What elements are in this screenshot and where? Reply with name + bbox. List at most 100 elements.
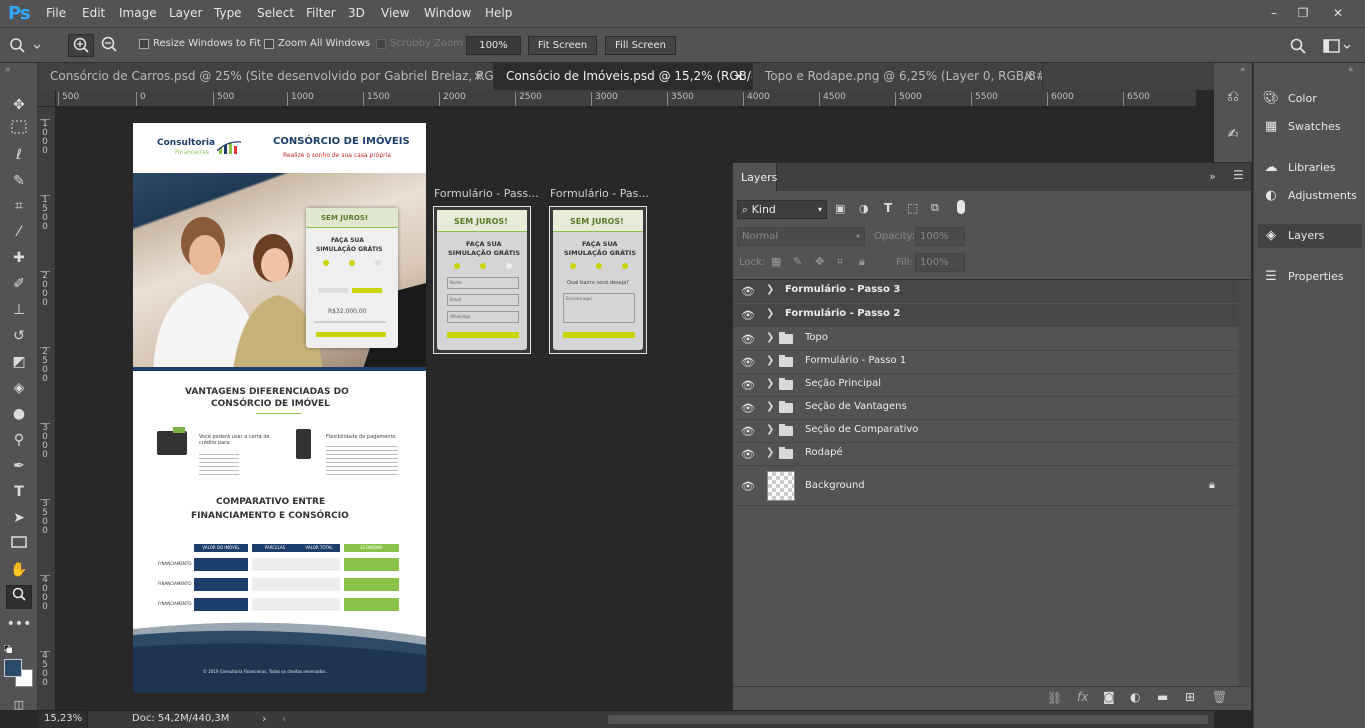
horizontal-scrollbar[interactable] [608, 715, 1208, 724]
zoom-in-icon[interactable] [68, 34, 94, 57]
pen-tool-icon[interactable]: ✒ [6, 454, 32, 478]
history-brush-tool-icon[interactable]: ↺ [6, 324, 32, 348]
layer-background[interactable]: 👁︎ Background 🔒︎ [733, 466, 1238, 506]
close-window-button[interactable]: ✕ [1327, 2, 1349, 24]
dock-adjustments[interactable]: ◐ Adjustments [1262, 184, 1362, 208]
layer-group-secao-vantagens[interactable]: 👁︎ ❯ Seção de Vantagens [733, 397, 1238, 420]
workspace-switcher-icon[interactable] [1322, 37, 1354, 55]
rectangle-tool-icon[interactable] [6, 532, 32, 556]
eraser-tool-icon[interactable]: ◩ [6, 350, 32, 374]
layer-group-secao-comparativo[interactable]: 👁︎ ❯ Seção de Comparativo [733, 420, 1238, 443]
resize-windows-checkbox[interactable]: Resize Windows to Fit [139, 38, 261, 49]
fit-screen-button[interactable]: Fit Screen [528, 36, 597, 55]
menu-layer[interactable]: Layer [169, 6, 202, 20]
zoom-all-windows-checkbox[interactable]: Zoom All Windows [264, 38, 370, 49]
zoom-tool-preset-icon[interactable] [8, 36, 46, 56]
collapse-icon[interactable]: « [1348, 65, 1354, 75]
visibility-eye-icon[interactable]: 👁︎ [741, 333, 755, 346]
menu-image[interactable]: Image [119, 6, 157, 20]
minimize-button[interactable]: – [1263, 2, 1285, 24]
layer-artboard-passo-3[interactable]: 👁︎ ❯ Formulário - Passo 3 [733, 280, 1238, 303]
expand-chevron-icon[interactable]: ❯ [766, 401, 774, 412]
zoom-level-field[interactable]: 100% [466, 36, 521, 55]
fill-field[interactable]: 100% [915, 253, 965, 272]
collapse-icon[interactable]: « [1240, 65, 1246, 75]
search-icon[interactable] [1289, 37, 1307, 55]
lock-artboard-icon[interactable]: ⌗ [837, 255, 843, 269]
default-colors-icon[interactable] [3, 643, 13, 654]
brush-tool-icon[interactable]: ✐ [6, 272, 32, 296]
visibility-eye-icon[interactable]: 👁︎ [741, 309, 755, 322]
menu-3d[interactable]: 3D [348, 6, 365, 20]
layer-effects-icon[interactable]: fx [1077, 690, 1088, 704]
layers-tab[interactable]: Layers [741, 171, 777, 184]
horizontal-ruler[interactable]: 500 0 500 1000 1500 2000 2500 3000 3500 … [56, 90, 1196, 107]
filter-type-icon[interactable]: T [884, 201, 898, 215]
foreground-color-swatch[interactable] [4, 659, 22, 677]
expand-chevron-icon[interactable]: ❯ [766, 378, 774, 389]
move-tool-icon[interactable]: ✥ [6, 93, 32, 117]
fill-screen-button[interactable]: Fill Screen [605, 36, 676, 55]
delete-layer-icon[interactable]: 🗑︎ [1212, 690, 1227, 704]
adjustment-layer-icon[interactable]: ◐ [1130, 690, 1140, 704]
opacity-field[interactable]: 100% [915, 227, 965, 246]
layer-mask-icon[interactable]: ◙ [1103, 690, 1115, 704]
layer-filter-dropdown[interactable]: ⌕ Kind ▾ [737, 200, 827, 219]
expand-chevron-icon[interactable]: ❯ [766, 424, 774, 435]
visibility-eye-icon[interactable]: 👁︎ [741, 448, 755, 461]
zoom-tool-icon[interactable] [6, 585, 32, 609]
visibility-eye-icon[interactable]: 👁︎ [741, 285, 755, 298]
filter-shape-icon[interactable]: ⬚ [907, 201, 921, 215]
artboard-label-passo-2[interactable]: Formulário - Pas... [550, 187, 649, 200]
filter-toggle-icon[interactable] [957, 200, 965, 214]
lock-transparent-icon[interactable]: ▦ [771, 255, 781, 268]
dock-swatches[interactable]: ▦ Swatches [1262, 115, 1362, 139]
blur-tool-icon[interactable]: ● [6, 402, 32, 426]
tab-close-icon[interactable]: × [1024, 63, 1034, 90]
artboard-passo-3[interactable]: SEM JUROS! FAÇA SUA SIMULAÇÃO GRÁTIS Nom… [433, 206, 531, 354]
expand-chevron-icon[interactable]: ❯ [766, 355, 774, 366]
collapse-icon[interactable]: » [1209, 170, 1216, 183]
tab-close-icon[interactable]: × [473, 63, 483, 90]
lock-all-icon[interactable]: 🔒︎ [859, 255, 865, 269]
more-tools-icon[interactable]: ••• [6, 612, 32, 636]
scroll-left-icon[interactable]: ‹ [282, 712, 286, 725]
artboard-label-passo-3[interactable]: Formulário - Pass... [434, 187, 539, 200]
type-tool-icon[interactable]: T [6, 480, 32, 504]
new-group-icon[interactable]: ▬ [1157, 690, 1168, 704]
brush-settings-icon[interactable]: ✍ [1222, 127, 1244, 149]
filter-pixel-icon[interactable]: ▣ [835, 202, 849, 216]
quick-selection-tool-icon[interactable]: ✎ [6, 169, 32, 193]
visibility-eye-icon[interactable]: 👁︎ [741, 480, 755, 493]
dock-layers[interactable]: ◈ Layers [1258, 224, 1362, 248]
visibility-eye-icon[interactable]: 👁︎ [741, 379, 755, 392]
healing-brush-tool-icon[interactable]: ✚ [6, 246, 32, 270]
artboard-passo-2[interactable]: SEM JUROS! FAÇA SUA SIMULAÇÃO GRÁTIS Qua… [549, 206, 647, 354]
hand-tool-icon[interactable]: ✋ [6, 558, 32, 582]
tab-topo-rodape[interactable]: Topo e Rodape.png @ 6,25% (Layer 0, RGB/… [753, 63, 1043, 90]
eyedropper-tool-icon[interactable]: ⁄ [6, 220, 32, 244]
layers-scrollbar[interactable] [1238, 280, 1251, 686]
link-layers-icon[interactable]: ⛓ [1047, 691, 1062, 705]
quick-mask-icon[interactable]: ◫ [6, 693, 32, 717]
lock-position-icon[interactable]: ✥ [815, 255, 824, 268]
expand-chevron-icon[interactable]: ❯ [766, 308, 774, 319]
layer-group-formulario-passo-1[interactable]: 👁︎ ❯ Formulário - Passo 1 [733, 351, 1238, 374]
menu-view[interactable]: View [381, 6, 409, 20]
menu-edit[interactable]: Edit [82, 6, 105, 20]
crop-tool-icon[interactable]: ⌗ [6, 194, 32, 218]
scrubby-zoom-checkbox[interactable]: Scrubby Zoom [376, 38, 463, 49]
layer-group-topo[interactable]: 👁︎ ❯ Topo [733, 328, 1238, 351]
visibility-eye-icon[interactable]: 👁︎ [741, 402, 755, 415]
menu-file[interactable]: File [46, 6, 66, 20]
menu-select[interactable]: Select [257, 6, 294, 20]
ruler-origin[interactable] [38, 90, 56, 107]
marquee-tool-icon[interactable] [6, 118, 32, 142]
menu-type[interactable]: Type [214, 6, 242, 20]
menu-filter[interactable]: Filter [306, 6, 336, 20]
zoom-level-status[interactable]: 15,23% [38, 711, 88, 728]
layer-group-rodape[interactable]: 👁︎ ❯ Rodapé [733, 443, 1238, 466]
expand-chevron-icon[interactable]: ❯ [766, 447, 774, 458]
path-selection-tool-icon[interactable]: ➤ [6, 506, 32, 530]
new-layer-icon[interactable]: ⊞ [1185, 690, 1195, 704]
